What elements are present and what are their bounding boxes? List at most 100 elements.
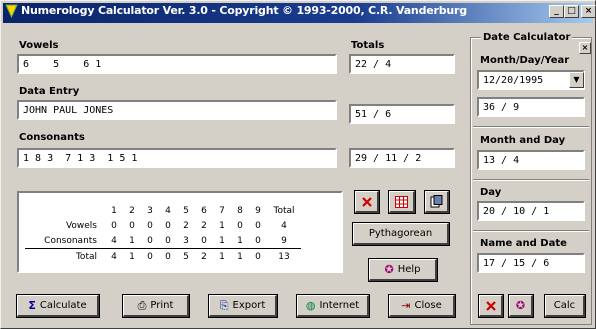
calc-button[interactable]: Calc [544, 294, 586, 318]
table-cell: 2 [183, 220, 189, 231]
export-label: Export [232, 300, 266, 311]
table-cell: 0 [165, 220, 171, 231]
internet-label: Internet [319, 300, 360, 311]
help-button[interactable]: ✪ Help [368, 258, 438, 282]
close-button[interactable]: ⇥ Close [388, 294, 456, 318]
birthday-result-field[interactable]: 36 / 9 [477, 97, 585, 117]
name-date-field[interactable]: 17 / 15 / 6 [477, 253, 585, 273]
table-header-row: 1 2 3 4 5 6 7 8 9 Total [25, 203, 301, 218]
table-cell: 1 [213, 248, 231, 264]
clipboard-icon [430, 195, 443, 208]
month-day-field[interactable]: 13 / 4 [477, 150, 585, 170]
copy-button[interactable] [424, 190, 450, 214]
table-cell: 1 [129, 235, 135, 246]
table-cell: 4 [105, 248, 123, 264]
consonants-label: Consonants [19, 132, 85, 143]
birthday-label: Month/Day/Year [480, 55, 570, 66]
printer-icon: ⎙ [137, 299, 147, 312]
number-table-panel: 1 2 3 4 5 6 7 8 9 Total Vowels 0 0 0 0 2… [17, 191, 343, 273]
maximize-button[interactable]: □ [564, 5, 579, 18]
table-cell: 1 [237, 235, 243, 246]
table-cell: 1 [219, 235, 225, 246]
table-header: 9 [255, 205, 261, 216]
totals-label: Totals [351, 40, 385, 51]
table-cell: 2 [195, 248, 213, 264]
chevron-down-icon[interactable]: ▼ [569, 72, 584, 88]
table-header: 7 [219, 205, 225, 216]
table-cell: 0 [147, 220, 153, 231]
grid-icon [395, 195, 408, 208]
table-cell-total: 13 [267, 248, 301, 264]
table-header: 8 [237, 205, 243, 216]
table-cell: 0 [111, 220, 117, 231]
app-window: Numerology Calculator Ver. 3.0 - Copyrig… [0, 0, 596, 329]
table-cell: 0 [147, 235, 153, 246]
vowels-field[interactable]: 6 5 6 1 [17, 54, 337, 74]
divider [473, 126, 589, 128]
calculate-label: Calculate [39, 300, 87, 311]
table-cell: 0 [249, 248, 267, 264]
table-row-vowels: Vowels 0 0 0 0 2 2 1 0 0 4 [25, 218, 301, 233]
red-x-icon [485, 300, 496, 311]
table-cell: 0 [159, 248, 177, 264]
table-cell: 0 [201, 235, 207, 246]
row-label: Total [25, 248, 105, 264]
sigma-icon: Σ [28, 299, 36, 312]
help-label: Help [397, 264, 421, 275]
vowels-label: Vowels [19, 40, 59, 51]
table-cell: 1 [123, 248, 141, 264]
table-cell: 0 [165, 235, 171, 246]
row-label: Consonants [44, 235, 97, 246]
table-cell: 0 [141, 248, 159, 264]
app-icon [5, 4, 18, 18]
table-header: 5 [183, 205, 189, 216]
table-header: 6 [201, 205, 207, 216]
data-entry-field[interactable]: JOHN PAUL JONES [17, 100, 337, 120]
print-button[interactable]: ⎙ Print [122, 294, 190, 318]
table-cell: 0 [255, 235, 261, 246]
table-cell-total: 4 [281, 220, 287, 231]
divider [473, 179, 589, 181]
internet-button[interactable]: ◍ Internet [296, 294, 370, 318]
table-cell: 3 [183, 235, 189, 246]
window-title: Numerology Calculator Ver. 3.0 - Copyrig… [21, 4, 467, 17]
table-header: 4 [165, 205, 171, 216]
clear-button[interactable] [354, 190, 380, 214]
table-cell: 5 [177, 248, 195, 264]
day-field[interactable]: 20 / 10 / 1 [477, 201, 585, 221]
table-header: 2 [129, 205, 135, 216]
minimize-button[interactable]: _ [549, 5, 564, 18]
number-table: 1 2 3 4 5 6 7 8 9 Total Vowels 0 0 0 0 2… [25, 203, 301, 264]
close-window-button[interactable]: × [581, 5, 596, 18]
print-label: Print [150, 300, 174, 311]
grid-button[interactable] [388, 190, 416, 214]
table-row-consonants: Consonants 4 1 0 0 3 0 1 1 0 9 [25, 233, 301, 249]
red-x-icon [361, 196, 372, 207]
table-cell: 0 [129, 220, 135, 231]
consonants-field[interactable]: 1 8 3 7 1 3 1 5 1 [17, 148, 337, 168]
table-cell: 0 [237, 220, 243, 231]
month-day-label: Month and Day [480, 135, 566, 146]
consonants-total-field[interactable]: 29 / 11 / 2 [349, 148, 455, 168]
date-clear-button[interactable] [478, 294, 504, 318]
date-panel-close-button[interactable]: × [579, 42, 591, 54]
table-cell: 4 [111, 235, 117, 246]
export-icon: ⎘ [219, 299, 229, 312]
row-label: Vowels [65, 220, 97, 231]
export-button[interactable]: ⎘ Export [208, 294, 278, 318]
data-entry-total-field[interactable]: 51 / 6 [349, 104, 455, 124]
data-entry-label: Data Entry [19, 86, 80, 97]
close-label: Close [414, 300, 442, 311]
divider [473, 230, 589, 232]
table-header: 1 [111, 205, 117, 216]
table-cell: 0 [255, 220, 261, 231]
exit-door-icon: ⇥ [401, 299, 411, 312]
table-cell-total: 9 [281, 235, 287, 246]
table-cell: 1 [231, 248, 249, 264]
date-help-button[interactable]: ✪ [508, 294, 534, 318]
date-calculator-title: Date Calculator [481, 32, 573, 44]
vowels-total-field[interactable]: 22 / 4 [349, 54, 455, 74]
day-label: Day [480, 187, 502, 198]
pythagorean-button[interactable]: Pythagorean [352, 222, 450, 246]
calculate-button[interactable]: Σ Calculate [16, 294, 100, 318]
